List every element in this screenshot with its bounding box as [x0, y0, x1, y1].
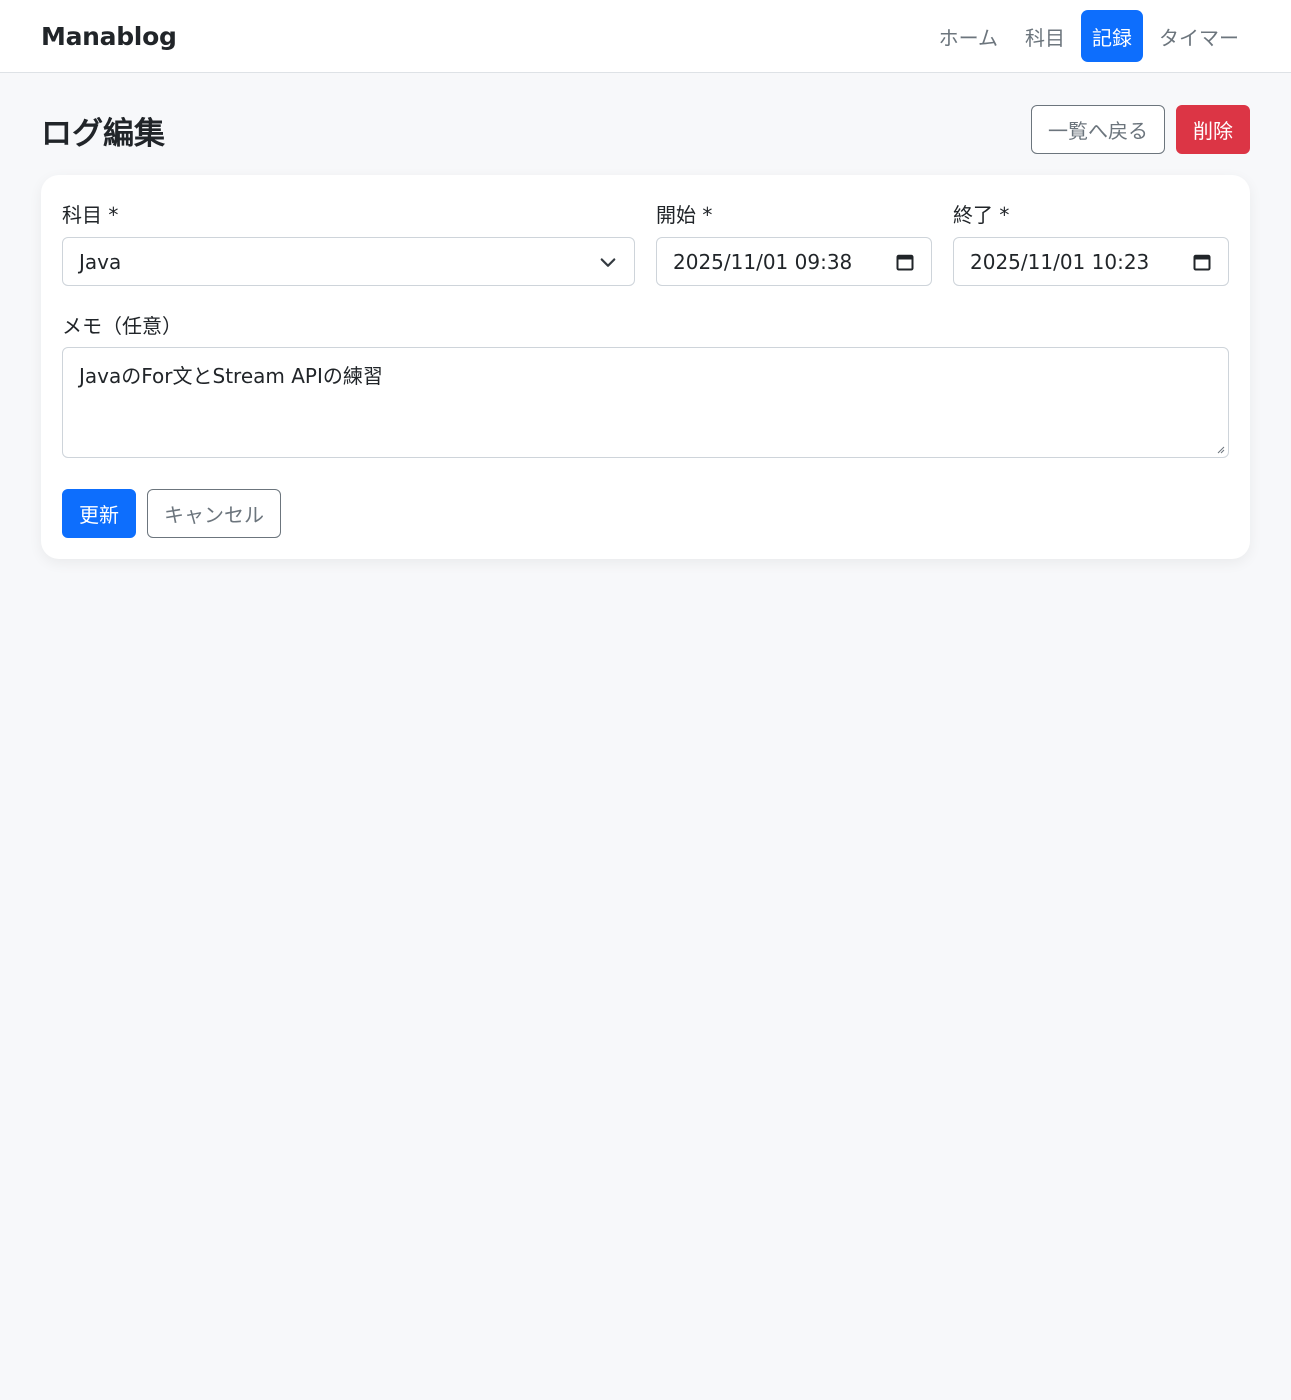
subject-label: 科目 *: [62, 203, 119, 227]
cancel-button[interactable]: キャンセル: [147, 489, 281, 538]
brand-logo[interactable]: Manablog: [41, 22, 177, 51]
resize-handle-icon[interactable]: [1215, 444, 1225, 454]
navbar: Manablog ホーム 科目 記録 タイマー: [0, 0, 1291, 73]
memo-textarea[interactable]: JavaのFor文とStream APIの練習: [62, 347, 1229, 458]
nav-item-home[interactable]: ホーム: [928, 10, 1009, 62]
start-datetime-input[interactable]: 2025/11/01 09:38: [656, 237, 932, 286]
back-to-list-button[interactable]: 一覧へ戻る: [1031, 105, 1165, 154]
log-edit-form: 科目 * Java 開始 * 2025/11/01 09:38 終了 * 202…: [41, 175, 1250, 559]
memo-value: JavaのFor文とStream APIの練習: [79, 364, 383, 388]
nav-item-records[interactable]: 記録: [1081, 10, 1143, 62]
memo-label: メモ（任意）: [62, 314, 182, 338]
delete-button[interactable]: 削除: [1176, 105, 1250, 154]
header-actions: 一覧へ戻る 削除: [1031, 105, 1250, 154]
nav-item-timer[interactable]: タイマー: [1148, 10, 1250, 62]
page-title: ログ編集: [41, 116, 165, 152]
update-button[interactable]: 更新: [62, 489, 136, 538]
main-nav: ホーム 科目 記録 タイマー: [923, 10, 1250, 62]
calendar-icon[interactable]: [895, 252, 915, 272]
calendar-icon[interactable]: [1192, 252, 1212, 272]
start-label: 開始 *: [656, 203, 713, 227]
form-actions: 更新 キャンセル: [62, 489, 281, 538]
start-datetime-value: 2025/11/01 09:38: [673, 249, 853, 274]
subject-select-value: Java: [79, 249, 122, 274]
end-datetime-input[interactable]: 2025/11/01 10:23: [953, 237, 1229, 286]
subject-select[interactable]: Java: [62, 237, 635, 286]
end-label: 終了 *: [953, 203, 1010, 227]
nav-item-subjects[interactable]: 科目: [1014, 10, 1076, 62]
end-datetime-value: 2025/11/01 10:23: [970, 249, 1150, 274]
chevron-down-icon: [600, 257, 616, 267]
